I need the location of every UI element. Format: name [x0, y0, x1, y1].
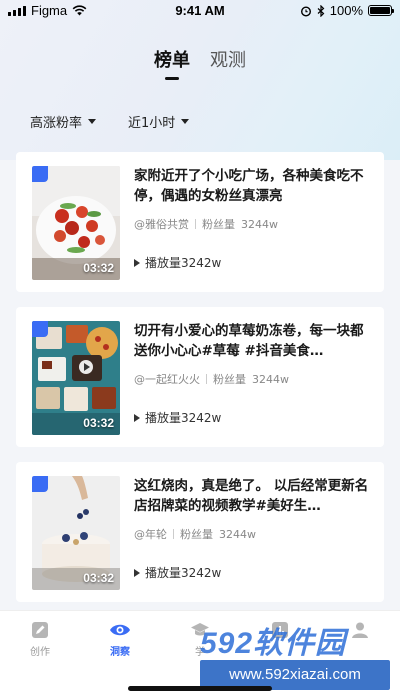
fans-label: 粉丝量	[213, 373, 246, 386]
video-title[interactable]: 这红烧肉，真是绝了。 以后经常更新名店招牌菜的视频教学#美好生…	[134, 476, 372, 516]
status-right: 100%	[300, 3, 394, 18]
battery-icon	[368, 5, 394, 16]
bluetooth-icon	[317, 4, 325, 17]
video-thumbnail[interactable]: 03:32	[32, 476, 120, 590]
author-name[interactable]: @年轮	[134, 526, 167, 542]
fans-count: 3244w	[252, 372, 289, 386]
filter-sort-label: 高涨粉率	[30, 116, 83, 131]
duration-label: 03:32	[83, 416, 114, 430]
tab-ranking[interactable]: 榜单	[154, 46, 190, 80]
home-indicator	[128, 686, 272, 691]
divider	[195, 219, 196, 229]
video-card[interactable]: 03:32 家附近开了个小吃广场，各种美食吃不停，偶遇的女粉丝真漂亮 @雅俗共赏…	[16, 152, 384, 292]
play-count-label: 播放量3242w	[145, 256, 222, 270]
video-meta: @一起红火火 粉丝量 3244w	[134, 371, 289, 387]
divider	[206, 374, 207, 384]
filter-time-label: 近1小时	[128, 116, 176, 131]
duration-label: 03:32	[83, 261, 114, 275]
alarm-icon	[300, 5, 311, 17]
nav-item-create[interactable]: 创作	[10, 621, 70, 658]
fans-count: 3244w	[241, 217, 278, 231]
top-tabs: 榜单 观测	[0, 46, 400, 80]
filter-bar: 高涨粉率 近1小时	[30, 112, 190, 131]
video-meta: @年轮 粉丝量 3244w	[134, 526, 256, 542]
watermark-logo: 592软件园	[200, 627, 347, 660]
play-count-label: 播放量3242w	[145, 566, 222, 580]
play-icon	[134, 258, 140, 267]
video-card[interactable]: 03:32 这红烧肉，真是绝了。 以后经常更新名店招牌菜的视频教学#美好生… @…	[16, 462, 384, 602]
duration-label: 03:32	[83, 571, 114, 585]
play-icon	[134, 568, 140, 577]
status-bar: Figma 9:41 AM 100%	[0, 0, 400, 22]
video-thumbnail[interactable]: 03:32	[32, 321, 120, 435]
pencil-icon	[32, 622, 48, 638]
top-badge	[32, 476, 48, 492]
play-count: 播放量3242w	[134, 254, 221, 271]
nav-item-insight[interactable]: 洞察	[90, 621, 150, 658]
tab-observe[interactable]: 观测	[210, 46, 246, 80]
filter-sort-dropdown[interactable]: 高涨粉率	[30, 112, 97, 131]
author-name[interactable]: @一起红火火	[134, 371, 200, 387]
video-thumbnail[interactable]: 03:32	[32, 166, 120, 280]
video-list: 03:32 家附近开了个小吃广场，各种美食吃不停，偶遇的女粉丝真漂亮 @雅俗共赏…	[16, 152, 384, 617]
top-badge	[32, 166, 48, 182]
play-count: 播放量3242w	[134, 409, 221, 426]
play-count-label: 播放量3242w	[145, 411, 222, 425]
caret-down-icon	[88, 119, 97, 124]
divider	[173, 529, 174, 539]
video-title[interactable]: 切开有小爱心的草莓奶冻卷，每一块都送你小心心#草莓 #抖音美食…	[134, 321, 372, 361]
play-icon	[134, 413, 140, 422]
battery-label: 100%	[329, 3, 363, 18]
video-title[interactable]: 家附近开了个小吃广场，各种美食吃不停，偶遇的女粉丝真漂亮	[134, 166, 372, 206]
filter-time-dropdown[interactable]: 近1小时	[128, 112, 190, 131]
eye-icon	[110, 624, 130, 636]
user-icon	[352, 622, 368, 638]
author-name[interactable]: @雅俗共赏	[134, 216, 189, 232]
play-count: 播放量3242w	[134, 564, 221, 581]
caret-down-icon	[181, 119, 190, 124]
header-background	[0, 0, 400, 160]
fans-count: 3244w	[219, 527, 256, 541]
video-meta: @雅俗共赏 粉丝量 3244w	[134, 216, 278, 232]
fans-label: 粉丝量	[202, 218, 235, 231]
video-card[interactable]: 03:32 切开有小爱心的草莓奶冻卷，每一块都送你小心心#草莓 #抖音美食… @…	[16, 307, 384, 447]
nav-label-create: 创作	[30, 647, 50, 658]
fans-label: 粉丝量	[180, 528, 213, 541]
nav-label-insight: 洞察	[110, 647, 130, 658]
top-badge	[32, 321, 48, 337]
